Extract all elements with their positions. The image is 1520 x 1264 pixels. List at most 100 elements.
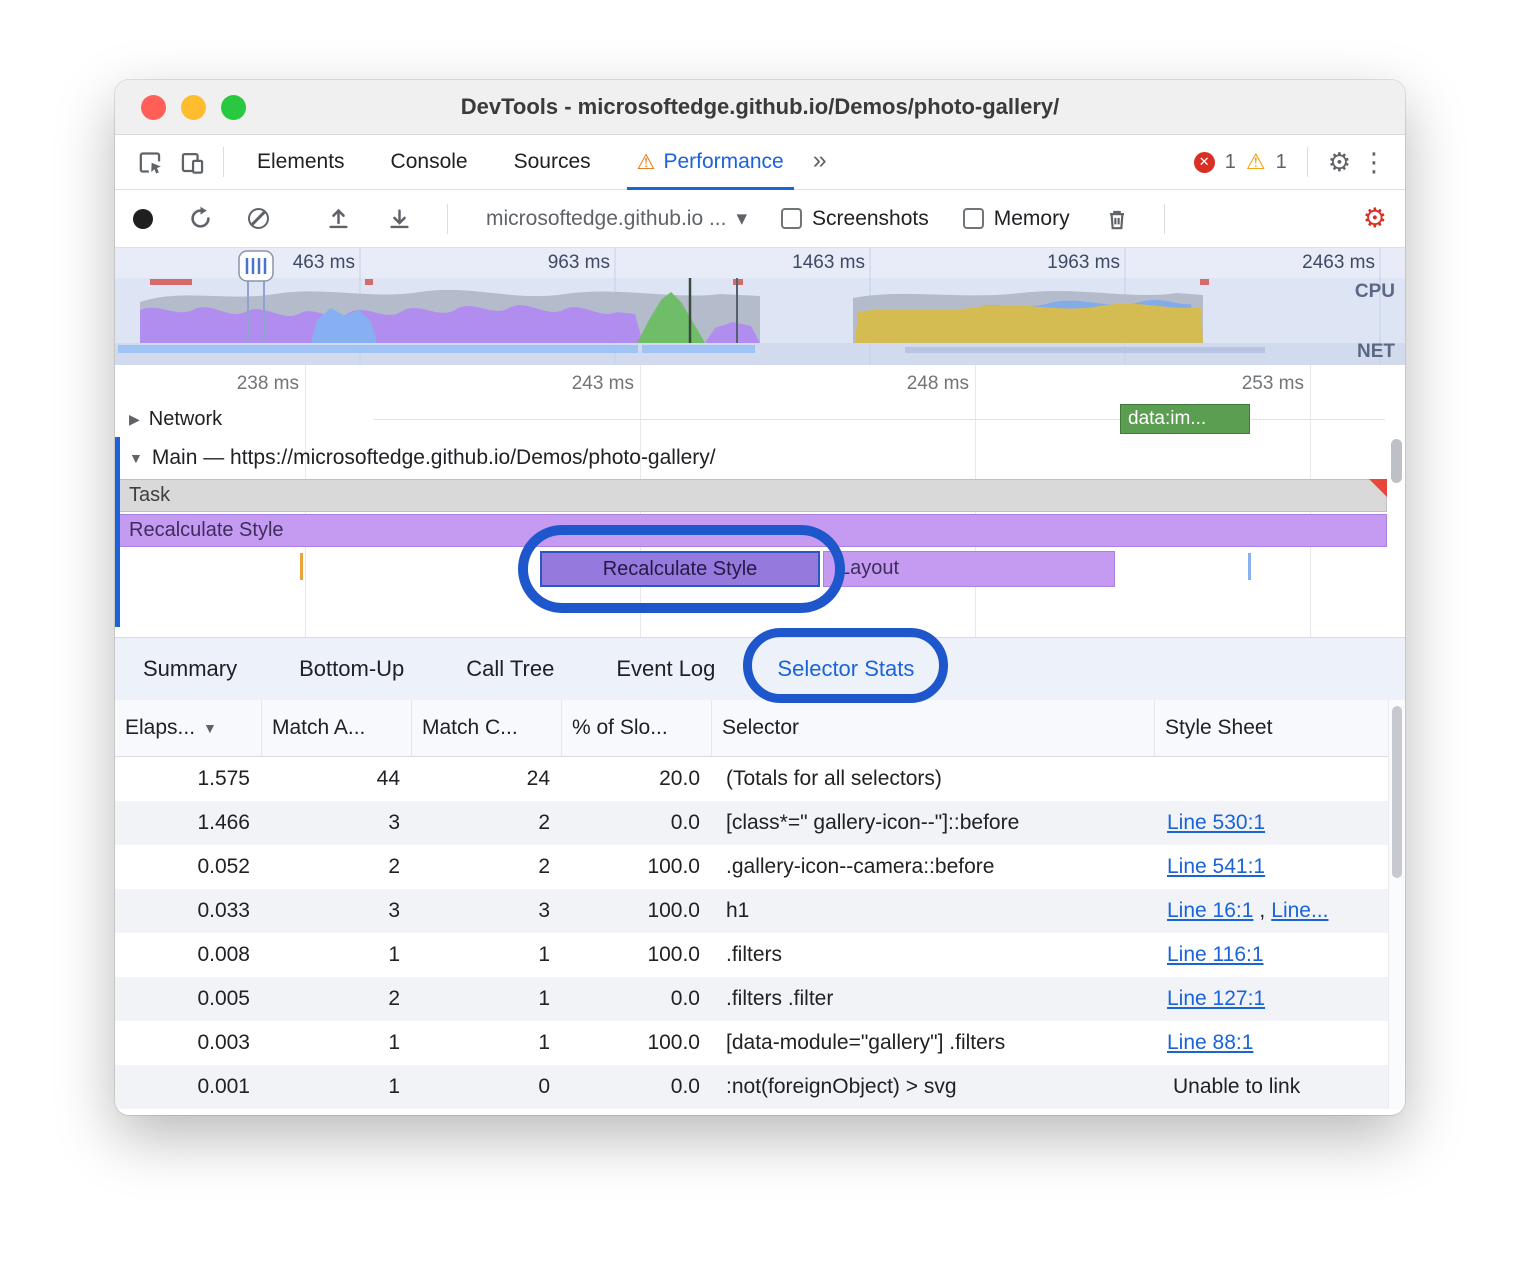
- record-button[interactable]: [133, 209, 153, 229]
- table-row[interactable]: 0.05222100.0.gallery-icon--camera::befor…: [115, 845, 1388, 889]
- overview-time-label: 963 ms: [495, 252, 610, 274]
- tab-label: Elements: [257, 150, 345, 174]
- table-row[interactable]: 1.575442420.0(Totals for all selectors): [115, 757, 1388, 801]
- table-row[interactable]: 0.03333100.0h1Line 16:1,Line...: [115, 889, 1388, 933]
- ruler-time-label: 238 ms: [199, 373, 299, 395]
- match-count-cell: 24: [412, 757, 562, 801]
- slow-path-cell: 100.0: [562, 1021, 712, 1065]
- screenshots-toggle[interactable]: Screenshots: [781, 207, 929, 231]
- table-row[interactable]: 0.005210.0.filters .filterLine 127:1: [115, 977, 1388, 1021]
- stylesheet-link[interactable]: Line 88:1: [1167, 1031, 1253, 1055]
- style-sheet-text: ,: [1259, 899, 1265, 923]
- customize-menu-icon[interactable]: ⋮: [1361, 149, 1387, 175]
- table-row[interactable]: 0.001100.0:not(foreignObject) > svgUnabl…: [115, 1065, 1388, 1109]
- column-header-match-attempts[interactable]: Match A...: [262, 700, 412, 756]
- memory-toggle[interactable]: Memory: [963, 207, 1070, 231]
- style-sheet-cell: Line 127:1: [1155, 977, 1388, 1021]
- tab-sources[interactable]: Sources: [504, 135, 601, 190]
- recalculate-style-event-block[interactable]: Recalculate Style: [118, 514, 1387, 547]
- tab-event-log[interactable]: Event Log: [608, 638, 723, 701]
- tab-performance[interactable]: ⚠ Performance: [627, 135, 794, 190]
- overview-time-label: 2463 ms: [1260, 252, 1375, 274]
- expand-arrow-icon[interactable]: ▼: [129, 450, 143, 466]
- zoom-window-button[interactable]: [221, 95, 246, 120]
- stylesheet-link[interactable]: Line...: [1271, 899, 1328, 923]
- elapsed-cell: 0.033: [115, 889, 262, 933]
- load-profile-icon[interactable]: [325, 205, 352, 232]
- flame-chart[interactable]: 238 ms 243 ms 248 ms 253 ms ▶ Network da…: [115, 365, 1405, 637]
- style-sheet-cell: Line 530:1: [1155, 801, 1388, 845]
- cpu-label: CPU: [1355, 281, 1395, 303]
- error-badge-icon[interactable]: ✕: [1194, 152, 1215, 173]
- stylesheet-link[interactable]: Line 16:1: [1167, 899, 1253, 923]
- inspect-element-icon[interactable]: [129, 141, 171, 183]
- tab-console[interactable]: Console: [381, 135, 478, 190]
- table-scrollbar-thumb[interactable]: [1392, 706, 1402, 878]
- task-label: Task: [129, 484, 170, 506]
- stylesheet-link[interactable]: Line 530:1: [1167, 811, 1265, 835]
- network-track-label: Network: [149, 408, 222, 431]
- layout-event-block[interactable]: Layout: [823, 551, 1115, 587]
- tab-elements[interactable]: Elements: [247, 135, 355, 190]
- capture-settings-gear-icon[interactable]: ⚙: [1363, 205, 1387, 232]
- tab-selector-stats[interactable]: Selector Stats: [769, 638, 922, 701]
- clear-recording-icon[interactable]: [248, 208, 269, 229]
- memory-label: Memory: [994, 207, 1070, 231]
- tab-bottom-up[interactable]: Bottom-Up: [291, 638, 412, 701]
- device-toolbar-icon[interactable]: [171, 141, 213, 183]
- collapse-arrow-icon[interactable]: ▶: [129, 411, 140, 428]
- tab-label: Selector Stats: [777, 656, 914, 682]
- warning-count: 1: [1276, 151, 1287, 174]
- match-count-cell: 1: [412, 933, 562, 977]
- task-event-block[interactable]: Task: [118, 479, 1387, 512]
- selector-cell: .gallery-icon--camera::before: [712, 845, 1155, 889]
- match-attempts-cell: 3: [262, 889, 412, 933]
- network-track[interactable]: ▶ Network data:im...: [115, 401, 1405, 437]
- match-attempts-cell: 44: [262, 757, 412, 801]
- minimize-window-button[interactable]: [181, 95, 206, 120]
- timeline-overview[interactable]: 463 ms 963 ms 1463 ms 1963 ms 2463 ms CP…: [115, 248, 1405, 365]
- ruler-time-label: 243 ms: [534, 373, 634, 395]
- screenshots-checkbox[interactable]: [781, 208, 802, 229]
- more-tabs-icon[interactable]: »: [813, 146, 827, 175]
- warning-icon: ⚠: [637, 150, 656, 175]
- main-thread-label: Main — https://microsoftedge.github.io/D…: [152, 446, 716, 470]
- reload-and-record-icon[interactable]: [187, 205, 214, 232]
- column-header-elapsed[interactable]: Elaps... ▼: [115, 700, 262, 756]
- flame-scrollbar-thumb[interactable]: [1391, 439, 1402, 483]
- style-sheet-text: Unable to link: [1173, 1075, 1300, 1099]
- stylesheet-link[interactable]: Line 541:1: [1167, 855, 1265, 879]
- tab-label: Call Tree: [466, 656, 554, 682]
- selected-recalculate-style-block[interactable]: Recalculate Style: [540, 551, 820, 587]
- network-request-block[interactable]: data:im...: [1120, 404, 1250, 434]
- event-tick[interactable]: [300, 553, 303, 580]
- close-window-button[interactable]: [141, 95, 166, 120]
- table-row[interactable]: 0.00811100.0.filtersLine 116:1: [115, 933, 1388, 977]
- elapsed-cell: 0.005: [115, 977, 262, 1021]
- table-row[interactable]: 0.00311100.0[data-module="gallery"] .fil…: [115, 1021, 1388, 1065]
- column-header-slow-path[interactable]: % of Slo...: [562, 700, 712, 756]
- warning-badge-icon[interactable]: ⚠: [1246, 149, 1266, 175]
- error-count: 1: [1225, 151, 1236, 174]
- table-row[interactable]: 1.466320.0[class*=" gallery-icon--"]::be…: [115, 801, 1388, 845]
- memory-checkbox[interactable]: [963, 208, 984, 229]
- tab-summary[interactable]: Summary: [135, 638, 245, 701]
- history-dropdown[interactable]: microsoftedge.github.io ... ▾: [486, 206, 747, 231]
- column-header-match-count[interactable]: Match C...: [412, 700, 562, 756]
- event-tick[interactable]: [1248, 553, 1251, 580]
- match-count-cell: 1: [412, 1021, 562, 1065]
- table-scrollbar[interactable]: [1388, 700, 1405, 1109]
- main-thread-track[interactable]: ▼ Main — https://microsoftedge.github.io…: [115, 437, 1405, 479]
- style-sheet-cell: Unable to link: [1155, 1065, 1388, 1109]
- collect-garbage-icon[interactable]: [1104, 206, 1130, 232]
- elapsed-cell: 1.466: [115, 801, 262, 845]
- save-profile-icon[interactable]: [386, 205, 413, 232]
- column-header-style-sheet[interactable]: Style Sheet: [1155, 700, 1388, 756]
- settings-gear-icon[interactable]: ⚙: [1328, 149, 1351, 175]
- stylesheet-link[interactable]: Line 127:1: [1167, 987, 1265, 1011]
- selector-stats-header: Elaps... ▼ Match A... Match C... % of Sl…: [115, 700, 1388, 757]
- column-header-selector[interactable]: Selector: [712, 700, 1155, 756]
- tab-call-tree[interactable]: Call Tree: [458, 638, 562, 701]
- tabbar-right-controls: ✕ 1 ⚠ 1 ⚙ ⋮: [1194, 147, 1391, 177]
- stylesheet-link[interactable]: Line 116:1: [1167, 943, 1264, 967]
